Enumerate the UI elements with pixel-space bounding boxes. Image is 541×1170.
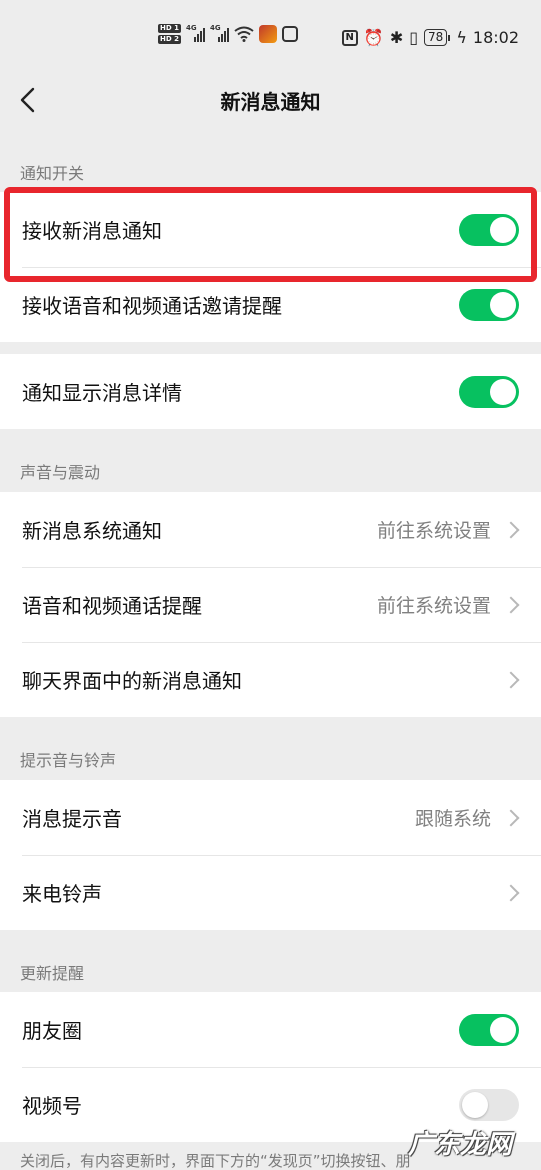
row-label: 视频号 <box>22 1094 82 1118</box>
row-msg-tone[interactable]: 消息提示音 跟随系统 <box>0 780 541 855</box>
detail-group: 通知显示消息详情 <box>0 354 541 429</box>
row-label: 接收语音和视频通话邀请提醒 <box>22 294 282 318</box>
chevron-right-icon <box>502 884 520 901</box>
net2-label: 4G <box>209 24 221 32</box>
row-label: 新消息系统通知 <box>22 519 162 543</box>
screen: HD 1 HD 2 4G 4G N ⏰ ✱ ▯ 78 ϟ 18:02 新消息通知… <box>0 0 541 1170</box>
hd-badge-icon: HD 1 HD 2 <box>158 24 181 44</box>
row-receive-new: 接收新消息通知 <box>0 192 541 267</box>
row-value: 前往系统设置 <box>376 520 491 542</box>
update-group: 朋友圈 视频号 <box>0 992 541 1142</box>
chevron-right-icon <box>502 809 520 826</box>
clock: 18:02 <box>472 28 519 47</box>
status-left: HD 1 HD 2 4G 4G <box>158 24 298 44</box>
moments-toggle[interactable] <box>459 1013 519 1046</box>
wifi-icon <box>234 26 254 42</box>
row-label: 朋友圈 <box>22 1019 82 1043</box>
charging-icon: ϟ <box>456 28 467 47</box>
show-detail-toggle[interactable] <box>459 375 519 408</box>
battery-level: 78 <box>424 29 448 46</box>
row-show-detail: 通知显示消息详情 <box>0 354 541 429</box>
receive-new-toggle[interactable] <box>459 213 519 246</box>
chevron-right-icon <box>502 596 520 613</box>
status-bar: HD 1 HD 2 4G 4G N ⏰ ✱ ▯ 78 ϟ 18:02 <box>0 0 541 80</box>
signal-1-icon: 4G <box>185 24 205 42</box>
row-ringtone[interactable]: 来电铃声 <box>0 855 541 930</box>
section-update-reminder: 更新提醒 <box>20 964 85 983</box>
tones-group: 消息提示音 跟随系统 来电铃声 <box>0 780 541 930</box>
row-moments: 朋友圈 <box>0 992 541 1067</box>
chevron-right-icon <box>502 671 520 688</box>
page-title: 新消息通知 <box>220 90 321 114</box>
notify-switch-group: 接收新消息通知 接收语音和视频通话邀请提醒 <box>0 192 541 342</box>
row-label: 通知显示消息详情 <box>22 381 182 405</box>
app-notification-icon <box>258 25 277 43</box>
sound-group: 新消息系统通知 前往系统设置 语音和视频通话提醒 前往系统设置 聊天界面中的新消… <box>0 492 541 717</box>
row-label: 消息提示音 <box>22 807 122 831</box>
bluetooth-icon: ✱ <box>389 28 404 47</box>
row-label: 聊天界面中的新消息通知 <box>22 669 242 693</box>
watermark: 广东龙网 <box>408 1130 513 1160</box>
battery-icon: 78 <box>424 29 451 46</box>
alarm-icon: ⏰ <box>363 28 384 47</box>
section-sound-vibration: 声音与震动 <box>20 463 101 482</box>
vibrate-icon: ▯ <box>409 28 419 47</box>
row-chat-notify[interactable]: 聊天界面中的新消息通知 <box>0 642 541 717</box>
row-call-remind[interactable]: 语音和视频通话提醒 前往系统设置 <box>0 567 541 642</box>
nav-bar: 新消息通知 <box>0 80 541 128</box>
channels-toggle[interactable] <box>459 1088 519 1121</box>
hd2-label: HD 2 <box>158 35 181 44</box>
net1-label: 4G <box>185 24 197 32</box>
hd1-label: HD 1 <box>158 24 181 33</box>
signal-2-icon: 4G <box>209 24 229 42</box>
status-right: N ⏰ ✱ ▯ 78 ϟ 18:02 <box>341 28 519 47</box>
row-value: 跟随系统 <box>414 808 491 830</box>
app-notification-2-icon <box>281 26 298 42</box>
receive-call-toggle[interactable] <box>459 288 519 321</box>
row-value: 前往系统设置 <box>376 595 491 617</box>
section-tones: 提示音与铃声 <box>20 751 117 770</box>
nfc-icon: N <box>341 29 358 46</box>
section-notify-switch: 通知开关 <box>20 164 85 183</box>
row-label: 接收新消息通知 <box>22 219 162 243</box>
chevron-right-icon <box>502 521 520 538</box>
row-receive-call: 接收语音和视频通话邀请提醒 <box>0 267 541 342</box>
row-sys-notify[interactable]: 新消息系统通知 前往系统设置 <box>0 492 541 567</box>
row-label: 来电铃声 <box>22 882 102 906</box>
row-label: 语音和视频通话提醒 <box>22 594 202 618</box>
